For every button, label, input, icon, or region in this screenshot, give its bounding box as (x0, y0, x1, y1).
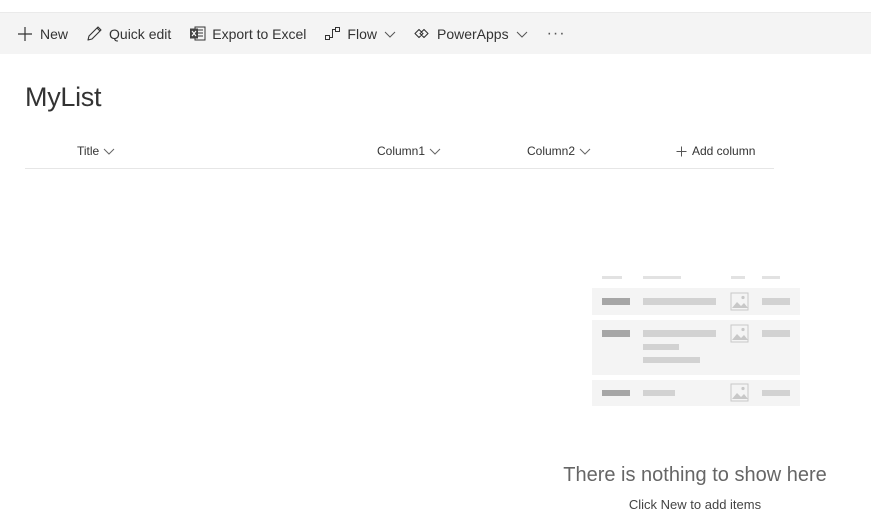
more-icon: ··· (546, 24, 566, 42)
chevron-down-icon (429, 145, 441, 157)
pencil-icon (85, 25, 103, 43)
flow-label: Flow (347, 25, 377, 42)
page-title: MyList (25, 82, 102, 112)
column-header-row: Title Column1 Column2 Add column (25, 137, 774, 169)
plus-icon (676, 146, 687, 157)
top-strip (0, 0, 871, 13)
column-header-column2[interactable]: Column2 (527, 137, 591, 165)
flow-button[interactable]: Flow (323, 13, 396, 54)
powerapps-label: PowerApps (436, 25, 509, 42)
add-column-button[interactable]: Add column (676, 137, 755, 165)
empty-state-title: There is nothing to show here (563, 464, 827, 486)
quick-edit-button[interactable]: Quick edit (85, 13, 171, 54)
chevron-down-icon (579, 145, 591, 157)
chevron-down-icon (516, 28, 528, 40)
add-column-label: Add column (692, 144, 756, 158)
excel-icon (188, 25, 206, 43)
plus-icon (16, 25, 34, 43)
empty-list-illustration (592, 276, 800, 406)
column-header-label: Column2 (527, 144, 576, 158)
column-header-label: Column1 (377, 144, 426, 158)
flow-icon (323, 25, 341, 43)
column-header-column1[interactable]: Column1 (377, 137, 441, 165)
command-bar: New Quick edit Export to Excel Flow Powe… (0, 13, 871, 54)
new-label: New (40, 25, 69, 42)
export-label: Export to Excel (212, 25, 307, 42)
new-button[interactable]: New (16, 13, 68, 54)
chevron-down-icon (103, 145, 115, 157)
empty-state-subtitle: Click New to add items (628, 497, 762, 512)
powerapps-button[interactable]: PowerApps (413, 13, 528, 54)
more-options-button[interactable]: ··· (547, 13, 566, 54)
powerapps-icon (413, 25, 431, 43)
quick-edit-label: Quick edit (109, 25, 172, 42)
column-header-title[interactable]: Title (77, 137, 115, 165)
chevron-down-icon (384, 28, 396, 40)
column-header-label: Title (77, 144, 100, 158)
export-to-excel-button[interactable]: Export to Excel (188, 13, 306, 54)
